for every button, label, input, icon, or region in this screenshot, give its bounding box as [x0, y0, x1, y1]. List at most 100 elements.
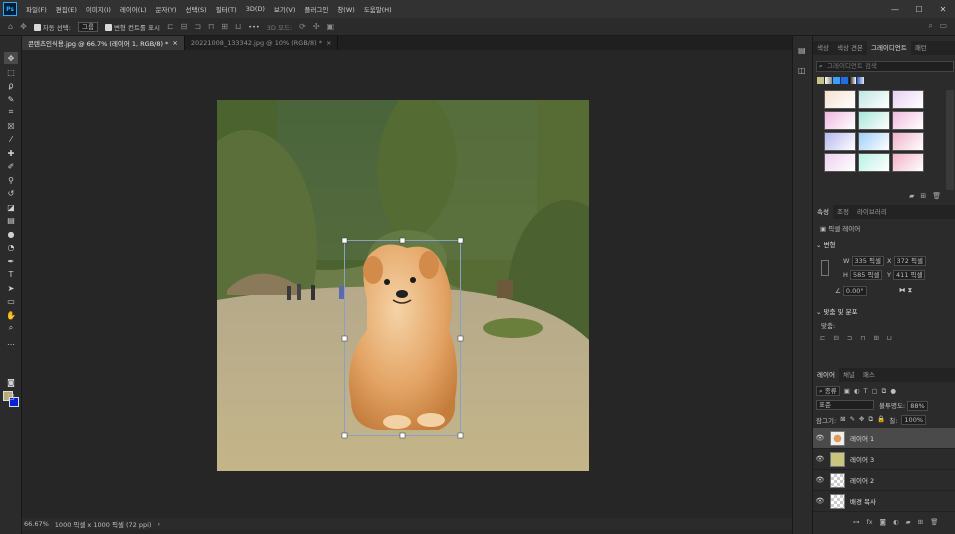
lock-paint-icon[interactable]: ✎: [850, 415, 855, 425]
align-right-icon[interactable]: ⊐: [194, 22, 201, 31]
angle-value[interactable]: 0.00°: [842, 286, 867, 296]
filter-shape-icon[interactable]: ▢: [872, 387, 878, 395]
gradient-swatch[interactable]: [892, 132, 924, 151]
lock-all-icon[interactable]: 🔒: [877, 415, 885, 425]
menu-plugins[interactable]: 플러그인: [304, 4, 328, 14]
lock-position-icon[interactable]: ✥: [859, 415, 864, 425]
status-menu-arrow[interactable]: ›: [157, 520, 160, 528]
new-layer-icon[interactable]: ⊞: [918, 518, 923, 526]
width-value[interactable]: 335 픽셀: [851, 256, 884, 266]
gradient-swatch[interactable]: [858, 132, 890, 151]
filter-type-icon[interactable]: T: [864, 387, 868, 395]
menu-image[interactable]: 이미지(I): [86, 4, 111, 14]
stamp-tool-icon[interactable]: ⚲: [4, 174, 18, 186]
align-top-icon[interactable]: ⊓: [860, 334, 865, 342]
zoom-level[interactable]: 66.67%: [24, 520, 49, 528]
tab-adjustments[interactable]: 조정: [833, 205, 853, 219]
video-camera-icon[interactable]: ▣: [327, 22, 335, 31]
lasso-tool-icon[interactable]: ϼ: [4, 79, 18, 91]
gradient-swatch[interactable]: [858, 111, 890, 130]
dodge-tool-icon[interactable]: ◔: [4, 241, 18, 253]
rectangle-tool-icon[interactable]: ▭: [4, 295, 18, 307]
height-value[interactable]: 585 픽셀: [849, 270, 883, 280]
eyedropper-icon[interactable]: ⁄: [4, 133, 18, 145]
move-tool-icon[interactable]: ✥: [4, 52, 18, 64]
orbit-3d-icon[interactable]: ⟳: [299, 22, 306, 31]
height-field[interactable]: H 585 픽셀: [843, 270, 883, 280]
gradient-swatch[interactable]: [858, 90, 890, 109]
tab-properties[interactable]: 속성: [813, 205, 833, 219]
y-field[interactable]: Y 411 픽셀: [887, 270, 926, 280]
eraser-tool-icon[interactable]: ◪: [4, 201, 18, 213]
tab-active-document[interactable]: 콘텐츠인식용.jpg @ 66.7% (레이어 1, RGB/8) * ×: [22, 36, 185, 50]
pen-tool-icon[interactable]: ✒: [4, 255, 18, 267]
brush-tool-icon[interactable]: ✐: [4, 160, 18, 172]
menu-layer[interactable]: 레이어(L): [120, 4, 147, 14]
layer-row[interactable]: 👁 레이어 1: [813, 428, 955, 449]
more-options-button[interactable]: •••: [248, 23, 260, 31]
history-icon[interactable]: ▤: [798, 46, 806, 55]
align-vcenter-icon[interactable]: ⊞: [873, 334, 878, 342]
gradient-swatch[interactable]: [892, 90, 924, 109]
gradient-preset[interactable]: [857, 77, 864, 84]
folder-icon[interactable]: ▰: [909, 192, 914, 200]
gradient-scrollbar[interactable]: [946, 90, 954, 190]
tab-color[interactable]: 색상: [813, 41, 833, 55]
marquee-tool-icon[interactable]: ⬚: [4, 66, 18, 78]
align-bottom-icon[interactable]: ⊔: [887, 334, 892, 342]
gradient-swatch[interactable]: [824, 90, 856, 109]
lock-artboard-icon[interactable]: ⧉: [869, 415, 874, 425]
group-folder-icon[interactable]: ▰: [906, 518, 911, 526]
visibility-eye-icon[interactable]: 👁: [813, 434, 827, 442]
maximize-button[interactable]: ☐: [907, 0, 931, 18]
gradient-swatch[interactable]: [824, 132, 856, 151]
mask-icon[interactable]: ◙: [880, 518, 886, 526]
gradient-swatch[interactable]: [824, 111, 856, 130]
lock-transparent-icon[interactable]: ⊠: [840, 415, 845, 425]
trash-icon[interactable]: 🗑: [932, 192, 941, 200]
tab-libraries[interactable]: 라이브러리: [853, 205, 891, 219]
filter-adjust-icon[interactable]: ◐: [854, 387, 860, 395]
visibility-eye-icon[interactable]: 👁: [813, 455, 827, 463]
close-tab-icon[interactable]: ×: [172, 39, 177, 47]
quick-mask-icon[interactable]: ◙: [4, 376, 18, 388]
gradient-preset[interactable]: [833, 77, 840, 84]
move-tool-icon[interactable]: ✥: [20, 22, 27, 31]
tab-patterns[interactable]: 패턴: [911, 41, 931, 55]
y-value[interactable]: 411 픽셀: [893, 270, 926, 280]
visibility-eye-icon[interactable]: 👁: [813, 497, 827, 505]
x-field[interactable]: X 372 픽셀: [887, 256, 926, 266]
workspace-icon[interactable]: ▭: [939, 21, 947, 30]
flip-horizontal-icon[interactable]: ⧓: [899, 286, 906, 294]
tab-paths[interactable]: 패스: [859, 368, 879, 382]
frame-tool-icon[interactable]: ☒: [4, 120, 18, 132]
filter-pixel-icon[interactable]: ▣: [844, 387, 850, 395]
filter-smart-icon[interactable]: ⧉: [882, 387, 887, 396]
transform-bounding-box[interactable]: [340, 236, 466, 440]
layer-row[interactable]: 👁 배경 복사: [813, 491, 955, 512]
menu-type[interactable]: 문자(Y): [156, 4, 177, 14]
tab-layers[interactable]: 레이어: [813, 368, 839, 382]
new-gradient-icon[interactable]: ⊞: [920, 192, 926, 200]
photoshop-logo-icon[interactable]: Ps: [3, 2, 17, 16]
menu-view[interactable]: 보기(V): [274, 4, 295, 14]
gradient-search-input[interactable]: ⌕ 그레이디언트 검색: [816, 61, 954, 72]
align-middle-icon[interactable]: ⊞: [221, 22, 228, 31]
gradient-swatch[interactable]: [858, 153, 890, 172]
auto-select-dropdown[interactable]: 그룹: [77, 21, 98, 32]
layer-row[interactable]: 👁 레이어 2: [813, 470, 955, 491]
tab-swatches[interactable]: 색상 견본: [833, 41, 867, 55]
more-tools-icon[interactable]: …: [4, 336, 18, 348]
pan-3d-icon[interactable]: ✣: [313, 22, 320, 31]
tab-second-document[interactable]: 20221008_133342.jpg @ 10% (RGB/8) * ×: [185, 36, 339, 50]
home-icon[interactable]: ⌂: [8, 22, 13, 31]
gradient-tool-icon[interactable]: ▤: [4, 214, 18, 226]
menu-3d[interactable]: 3D(D): [246, 5, 265, 13]
align-center-icon[interactable]: ⊟: [181, 22, 188, 31]
align-section-title[interactable]: ⌄ 맞춤 및 분포: [816, 306, 858, 316]
healing-brush-icon[interactable]: ✚: [4, 147, 18, 159]
gradient-preset[interactable]: [849, 77, 856, 84]
align-left-icon[interactable]: ⊏: [167, 22, 174, 31]
fill-value[interactable]: 100%: [901, 415, 927, 425]
hand-tool-icon[interactable]: ✋: [4, 309, 18, 321]
